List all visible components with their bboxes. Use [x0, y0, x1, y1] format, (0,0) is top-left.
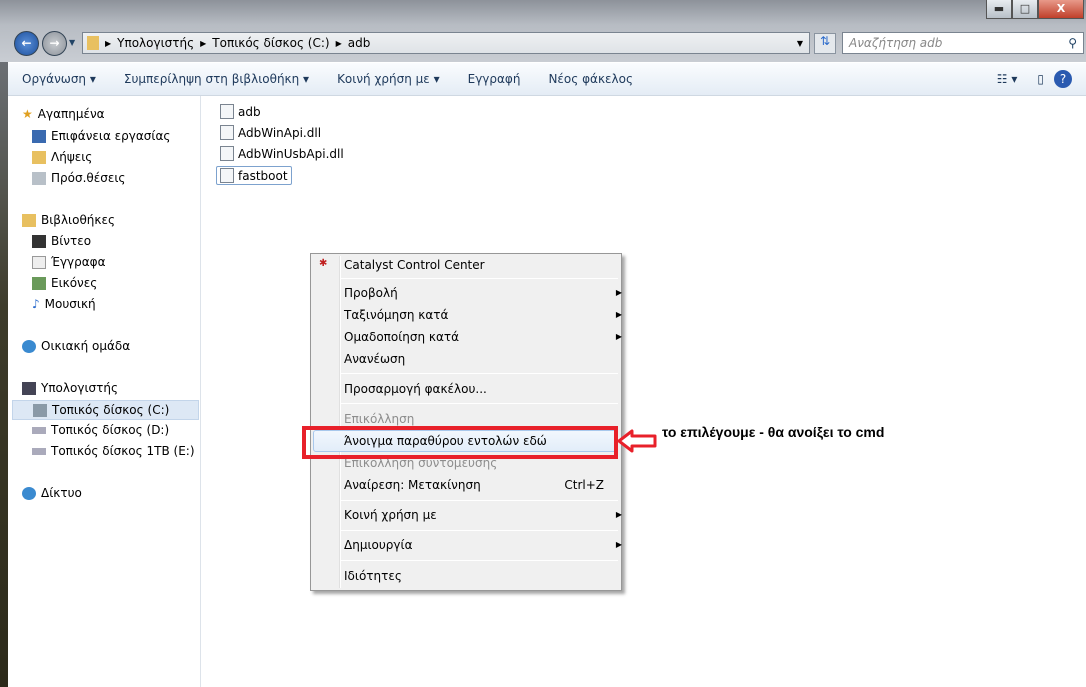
computer-icon	[22, 381, 36, 395]
command-bar: Οργάνωση ▾ Συμπερίληψη στη βιβλιοθήκη ▾ …	[8, 63, 1086, 96]
preview-pane-icon[interactable]: ▯	[1027, 72, 1054, 86]
share-with-button[interactable]: Κοινή χρήση με ▾	[323, 72, 454, 86]
sidebar-computer[interactable]: Υπολογιστής	[22, 381, 118, 395]
recent-places-icon	[32, 171, 46, 185]
organize-button[interactable]: Οργάνωση ▾	[8, 72, 110, 86]
forward-button[interactable]: →	[42, 31, 67, 56]
sidebar-network[interactable]: Δίκτυο	[22, 486, 82, 500]
menu-item-group[interactable]: Ομαδοποίηση κατά ▶	[344, 327, 622, 347]
include-in-library-button[interactable]: Συμπερίληψη στη βιβλιοθήκη ▾	[110, 72, 323, 86]
video-icon	[32, 234, 46, 248]
sidebar-item-recent[interactable]: Πρόσ.θέσεις	[32, 171, 125, 185]
music-icon: ♪	[32, 297, 40, 311]
burn-button[interactable]: Εγγραφή	[454, 72, 535, 86]
address-bar[interactable]: ▶ Υπολογιστής ▶ Τοπικός δίσκος (C:) ▶ adb ▼	[82, 32, 810, 54]
breadcrumb-drive-c[interactable]: Τοπικός δίσκος (C:)	[212, 36, 329, 50]
desktop-icon	[32, 129, 46, 143]
minimize-button[interactable]: ▬	[986, 0, 1012, 19]
pictures-icon	[32, 276, 46, 290]
drive-icon	[33, 403, 47, 417]
highlight-box	[302, 426, 618, 459]
menu-item-customize[interactable]: Προσαρμογή φακέλου...	[344, 379, 614, 399]
search-icon[interactable]: ⚲	[1068, 36, 1077, 50]
sidebar-item-drive-c[interactable]: Τοπικός δίσκος (C:)	[12, 400, 199, 420]
network-icon	[22, 486, 36, 500]
submenu-arrow-icon: ▶	[615, 310, 622, 319]
search-input[interactable]: Αναζήτηση adb ⚲	[842, 32, 1084, 54]
homegroup-icon	[22, 339, 36, 353]
sidebar-item-music[interactable]: ♪ Μουσική	[32, 297, 96, 311]
sidebar-favorites[interactable]: ★ Αγαπημένα	[22, 107, 105, 121]
recent-pages-dropdown[interactable]: ▼	[69, 38, 75, 47]
file-fastboot[interactable]: fastboot	[216, 166, 292, 185]
menu-item-sort[interactable]: Ταξινόμηση κατά ▶	[344, 305, 622, 325]
breadcrumb-adb[interactable]: adb	[348, 36, 371, 50]
sidebar-item-downloads[interactable]: Λήψεις	[32, 150, 92, 164]
new-folder-button[interactable]: Νέος φάκελος	[534, 72, 647, 86]
submenu-arrow-icon: ▶	[615, 288, 622, 297]
arrow-icon	[617, 429, 657, 453]
executable-icon	[220, 168, 234, 183]
address-dropdown[interactable]: ▼	[797, 39, 803, 48]
refresh-icon[interactable]: ⇅	[814, 33, 836, 54]
file-adbwinusbapi[interactable]: AdbWinUsbApi.dll	[220, 146, 344, 161]
annotation-text: το επιλέγουμε - θα ανοίξει το cmd	[662, 424, 885, 440]
context-menu: ✱ Catalyst Control Center Προβολή ▶ Ταξιν…	[310, 253, 622, 591]
desktop-background	[0, 62, 8, 687]
menu-item-share-with[interactable]: Κοινή χρήση με ▶	[344, 505, 622, 525]
file-adbwinapi[interactable]: AdbWinApi.dll	[220, 125, 321, 140]
sidebar-item-videos[interactable]: Βίντεο	[32, 234, 91, 248]
downloads-icon	[32, 150, 46, 164]
libraries-icon	[22, 213, 36, 227]
sidebar-item-pictures[interactable]: Εικόνες	[32, 276, 97, 290]
sidebar-item-drive-d[interactable]: Τοπικός δίσκος (D:)	[32, 423, 169, 437]
documents-icon	[32, 255, 46, 269]
help-icon[interactable]: ?	[1054, 70, 1072, 88]
submenu-arrow-icon: ▶	[615, 332, 622, 341]
maximize-button[interactable]: □	[1012, 0, 1038, 19]
sidebar-libraries[interactable]: Βιβλιοθήκες	[22, 213, 115, 227]
file-adb[interactable]: adb	[220, 104, 261, 119]
submenu-arrow-icon: ▶	[615, 540, 622, 549]
view-options-icon[interactable]: ☷ ▾	[987, 72, 1028, 86]
back-button[interactable]: ←	[14, 31, 39, 56]
drive-icon	[32, 447, 46, 455]
sidebar-item-drive-e[interactable]: Τοπικός δίσκος 1TB (E:)	[32, 444, 195, 458]
drive-icon	[32, 426, 46, 434]
sidebar-item-documents[interactable]: Έγγραφα	[32, 255, 106, 269]
executable-icon	[220, 104, 234, 119]
menu-item-refresh[interactable]: Ανανέωση	[344, 349, 614, 369]
dll-icon	[220, 125, 234, 140]
sidebar-item-desktop[interactable]: Επιφάνεια εργασίας	[32, 129, 170, 143]
menu-item-properties[interactable]: Ιδιότητες	[344, 566, 614, 586]
folder-icon	[87, 36, 99, 50]
dll-icon	[220, 146, 234, 161]
star-icon: ★	[22, 107, 33, 121]
submenu-arrow-icon: ▶	[615, 510, 622, 519]
close-button[interactable]: X	[1038, 0, 1084, 19]
shortcut-label: Ctrl+Z	[564, 478, 604, 492]
sidebar-homegroup[interactable]: Οικιακή ομάδα	[22, 339, 130, 353]
menu-item-view[interactable]: Προβολή ▶	[344, 283, 622, 303]
menu-item-undo-move[interactable]: Αναίρεση: Μετακίνηση Ctrl+Z	[344, 475, 614, 495]
catalyst-icon: ✱	[319, 258, 328, 269]
menu-item-catalyst[interactable]: Catalyst Control Center	[344, 255, 614, 275]
menu-item-new[interactable]: Δημιουργία ▶	[344, 535, 622, 555]
navigation-pane: ★ Αγαπημένα Επιφάνεια εργασίας Λήψεις Πρό…	[8, 96, 201, 687]
breadcrumb-computer[interactable]: Υπολογιστής	[117, 36, 194, 50]
